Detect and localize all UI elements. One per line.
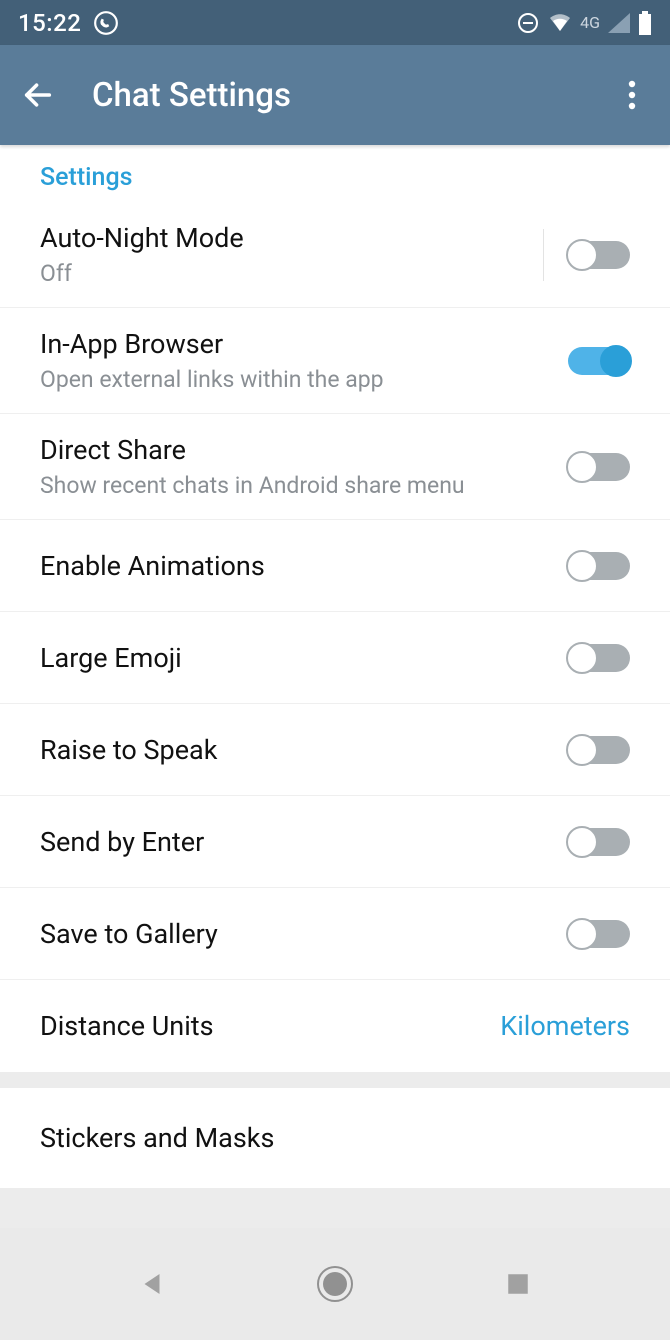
- signal-icon: [608, 13, 630, 33]
- row-enable-animations[interactable]: Enable Animations: [0, 520, 670, 612]
- vertical-divider: [543, 229, 544, 281]
- row-title: Large Emoji: [40, 642, 568, 674]
- status-bar: 15:22 4G: [0, 0, 670, 45]
- in-app-browser-toggle[interactable]: [568, 347, 630, 375]
- raise-to-speak-toggle[interactable]: [568, 736, 630, 764]
- row-save-to-gallery[interactable]: Save to Gallery: [0, 888, 670, 980]
- auto-night-toggle[interactable]: [568, 241, 630, 269]
- row-auto-night-mode[interactable]: Auto-Night Mode Off: [0, 202, 670, 308]
- status-time: 15:22: [18, 9, 81, 37]
- dnd-icon: [516, 11, 540, 35]
- system-nav-bar: [0, 1228, 670, 1340]
- row-title: Send by Enter: [40, 826, 568, 858]
- row-title: Save to Gallery: [40, 918, 568, 950]
- row-distance-units[interactable]: Distance Units Kilometers: [0, 980, 670, 1072]
- save-to-gallery-toggle[interactable]: [568, 920, 630, 948]
- settings-list: Settings Auto-Night Mode Off In-App Brow…: [0, 145, 670, 1188]
- row-subtitle: Open external links within the app: [40, 366, 568, 393]
- wifi-icon: [548, 13, 572, 33]
- page-title: Chat Settings: [92, 76, 612, 115]
- enable-animations-toggle[interactable]: [568, 552, 630, 580]
- nav-recents-button[interactable]: [488, 1254, 548, 1314]
- nav-home-button[interactable]: [305, 1254, 365, 1314]
- back-button[interactable]: [18, 75, 58, 115]
- row-title: Auto-Night Mode: [40, 222, 543, 254]
- network-label: 4G: [580, 13, 600, 32]
- section-header-settings: Settings: [0, 145, 670, 202]
- section-gap: [0, 1072, 670, 1088]
- distance-units-value: Kilometers: [500, 1010, 630, 1042]
- row-send-by-enter[interactable]: Send by Enter: [0, 796, 670, 888]
- row-title: Direct Share: [40, 434, 568, 466]
- row-large-emoji[interactable]: Large Emoji: [0, 612, 670, 704]
- row-title: Enable Animations: [40, 550, 568, 582]
- overflow-menu-button[interactable]: [612, 75, 652, 115]
- whatsapp-icon: [93, 10, 119, 36]
- battery-icon: [638, 11, 652, 35]
- row-title: Stickers and Masks: [40, 1122, 274, 1154]
- large-emoji-toggle[interactable]: [568, 644, 630, 672]
- nav-back-button[interactable]: [122, 1254, 182, 1314]
- row-raise-to-speak[interactable]: Raise to Speak: [0, 704, 670, 796]
- row-title: Distance Units: [40, 1010, 214, 1042]
- row-title: In-App Browser: [40, 328, 568, 360]
- direct-share-toggle[interactable]: [568, 453, 630, 481]
- row-in-app-browser[interactable]: In-App Browser Open external links withi…: [0, 308, 670, 414]
- send-by-enter-toggle[interactable]: [568, 828, 630, 856]
- row-title: Raise to Speak: [40, 734, 568, 766]
- row-stickers-masks[interactable]: Stickers and Masks: [0, 1088, 670, 1188]
- row-subtitle: Off: [40, 260, 543, 287]
- row-subtitle: Show recent chats in Android share menu: [40, 472, 568, 499]
- row-direct-share[interactable]: Direct Share Show recent chats in Androi…: [0, 414, 670, 520]
- app-bar: Chat Settings: [0, 45, 670, 145]
